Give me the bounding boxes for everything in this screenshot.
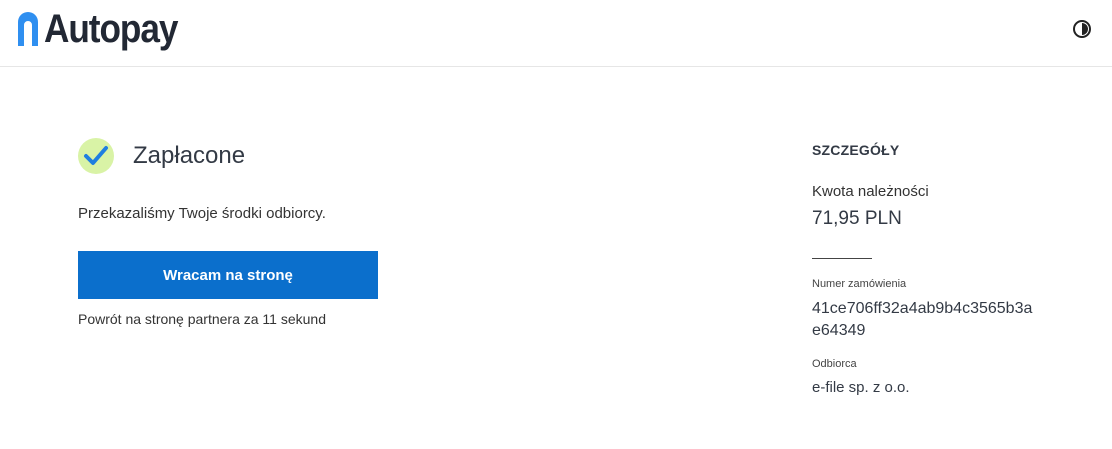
- autopay-logo-mark-icon: [18, 12, 38, 46]
- return-to-site-button[interactable]: Wracam na stronę: [78, 251, 378, 299]
- brand-name: Autopay: [44, 7, 178, 51]
- autopay-logo[interactable]: Autopay: [18, 9, 196, 49]
- amount-label: Kwota należności: [812, 183, 929, 200]
- divider: [812, 258, 872, 259]
- page-header: Autopay: [0, 0, 1112, 67]
- contrast-toggle-button[interactable]: [1072, 19, 1092, 39]
- details-heading: SZCZEGÓŁY: [812, 142, 900, 158]
- redirect-countdown: Powrót na stronę partnera za 11 sekund: [78, 311, 327, 327]
- checkmark-icon: [78, 138, 114, 174]
- status-row: Zapłacone: [78, 137, 478, 175]
- status-message: Przekazaliśmy Twoje środki odbiorcy.: [78, 205, 326, 222]
- contrast-icon: [1073, 20, 1091, 38]
- amount-value: 71,95 PLN: [812, 208, 902, 229]
- order-number-label: Numer zamówienia: [812, 278, 907, 290]
- order-number-value: 41ce706ff32a4ab9b4c3565b3ae64349: [812, 300, 1033, 339]
- payment-status-panel: Zapłacone Przekazaliśmy Twoje środki odb…: [78, 137, 478, 327]
- status-title: Zapłacone: [133, 142, 246, 169]
- recipient-label: Odbiorca: [812, 358, 857, 370]
- recipient-value: e-file sp. z o.o.: [812, 379, 910, 396]
